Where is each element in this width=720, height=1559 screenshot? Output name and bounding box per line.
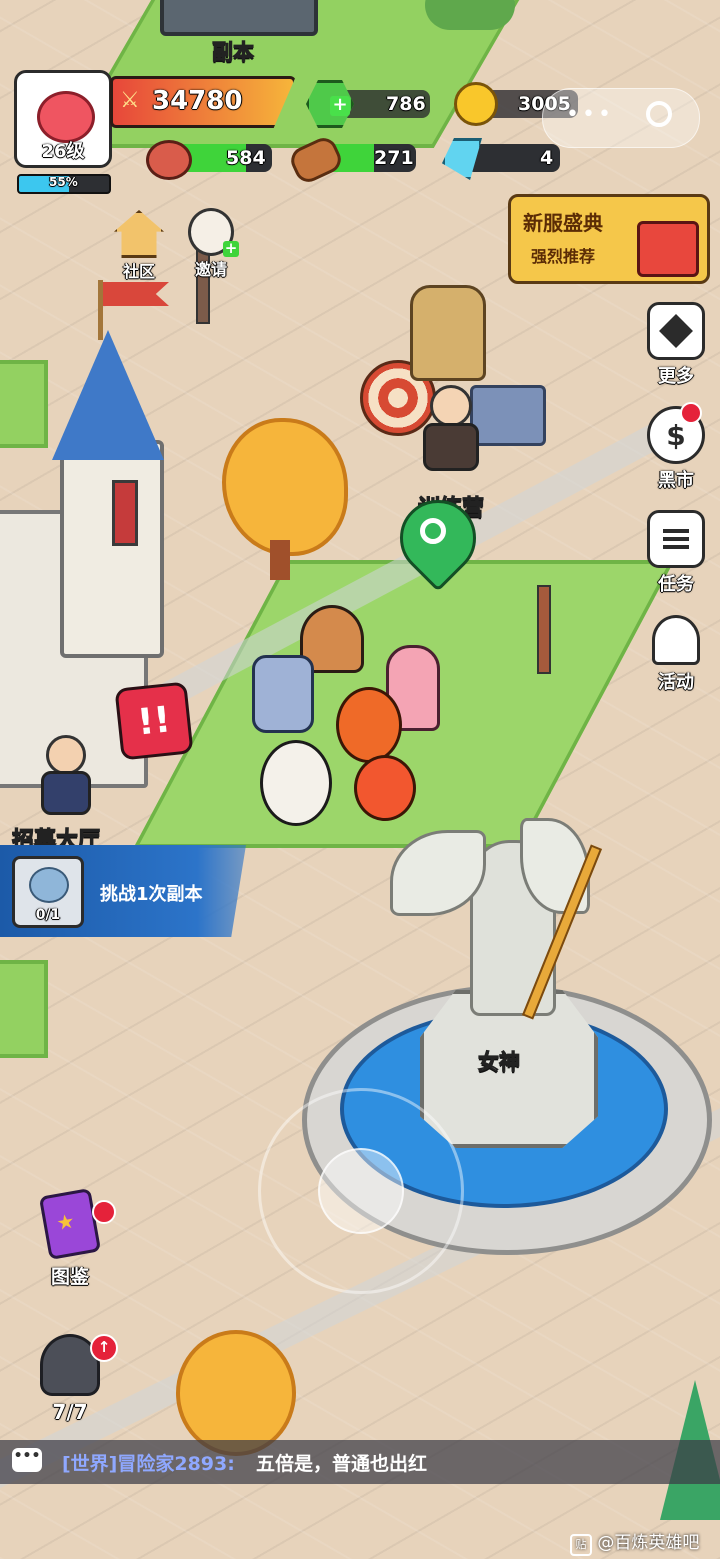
promo-banner[interactable]: 新服盛典 强烈推荐 xyxy=(508,194,710,284)
more-button[interactable]: 更多 xyxy=(646,302,706,388)
hero-party[interactable] xyxy=(236,605,466,830)
events-button[interactable]: 活动 xyxy=(646,614,706,694)
crystal-value: 4 xyxy=(540,147,554,169)
chat-bubble-icon[interactable]: ••• xyxy=(12,1448,42,1472)
watermark: 贴 @百炼英雄吧 xyxy=(570,1528,699,1556)
castle-tower xyxy=(60,440,164,658)
pig-avatar-icon xyxy=(37,91,95,143)
codex-label: 图鉴 xyxy=(50,1266,89,1288)
community-button[interactable]: 社区 xyxy=(112,210,166,282)
add-gems-icon[interactable]: + xyxy=(330,96,350,116)
dungeon-gate[interactable] xyxy=(160,0,318,36)
gift-box-icon xyxy=(637,221,699,277)
meat-value: 584 xyxy=(226,147,266,169)
alert-marker[interactable]: !! xyxy=(114,681,194,761)
dungeon-label: 副本 xyxy=(212,40,255,65)
tieba-logo-icon: 贴 xyxy=(570,1534,592,1556)
codex-button[interactable]: ★ 图鉴 xyxy=(30,1187,116,1289)
gold-coin-icon xyxy=(454,82,498,126)
left-lawn-lower xyxy=(0,960,48,1058)
more-grid-icon xyxy=(647,302,705,360)
tasks-label: 任务 xyxy=(658,574,694,595)
black-market-label: 黑市 xyxy=(658,470,694,491)
tower-banner xyxy=(112,480,138,546)
trainer-npc[interactable] xyxy=(418,385,484,471)
quest-icon: 0/1 xyxy=(12,856,84,928)
dungeon-portal-icon xyxy=(29,867,69,903)
chat-channel: [世界]冒险家2893: xyxy=(62,1453,235,1475)
book-icon: ★ xyxy=(38,1187,102,1261)
swords-icon: ⚔ xyxy=(120,88,140,113)
tree-trunk xyxy=(270,540,290,580)
xp-bar: 55% xyxy=(17,174,111,194)
wood-value: 271 xyxy=(374,147,414,169)
community-label: 社区 xyxy=(122,262,155,281)
flag-pole xyxy=(98,280,103,340)
promo-title: 新服盛典 xyxy=(523,211,603,235)
upgrade-arrow-icon: ↑ xyxy=(90,1334,118,1362)
invite-friend-icon: + xyxy=(188,208,239,257)
more-label: 更多 xyxy=(658,366,694,387)
power-value: 34780 xyxy=(152,86,243,116)
heroes-count: 7/7 xyxy=(52,1400,88,1424)
black-market-button[interactable]: $ 黑市 xyxy=(646,402,706,492)
watermark-text: @百炼英雄吧 xyxy=(597,1533,700,1553)
autumn-tree-lower xyxy=(176,1330,296,1456)
events-label: 活动 xyxy=(658,672,694,693)
gems-value: 786 xyxy=(386,93,426,115)
close-target-icon[interactable] xyxy=(646,101,672,127)
tower-roof xyxy=(52,330,164,460)
left-lawn xyxy=(0,360,48,448)
xp-percent: 55% xyxy=(49,175,78,189)
invite-label: 邀请 xyxy=(194,260,227,279)
tasks-button[interactable]: 任务 xyxy=(646,510,706,596)
magnifier-icon xyxy=(420,518,446,544)
invite-button[interactable]: + 邀请 xyxy=(184,208,239,280)
chat-bar[interactable]: ••• [世界]冒险家2893: 五倍是，普通也出红 xyxy=(0,1440,720,1484)
training-dummy xyxy=(410,285,486,381)
quest-text: 挑战1次副本 xyxy=(100,884,203,905)
notification-dot xyxy=(680,402,702,424)
goddess-label: 女神 xyxy=(478,1050,521,1075)
chat-message: 五倍是，普通也出红 xyxy=(256,1453,428,1475)
promo-subtitle: 强烈推荐 xyxy=(531,247,596,266)
quest-progress: 0/1 xyxy=(35,907,61,923)
heroes-button[interactable]: ↑ 7/7 xyxy=(30,1334,118,1424)
bell-icon xyxy=(650,614,702,666)
player-avatar[interactable]: 26级 xyxy=(14,70,112,168)
codex-notification-dot xyxy=(92,1200,116,1224)
player-level: 26级 xyxy=(41,141,85,162)
meat-icon xyxy=(146,140,192,180)
more-dots-icon[interactable]: ••• xyxy=(566,102,614,127)
lamp-post-right xyxy=(537,585,551,674)
house-icon xyxy=(114,210,164,258)
recruiter-npc[interactable] xyxy=(36,735,96,815)
task-list-icon xyxy=(647,510,705,568)
joystick-knob[interactable] xyxy=(318,1148,404,1234)
tree xyxy=(425,0,515,30)
